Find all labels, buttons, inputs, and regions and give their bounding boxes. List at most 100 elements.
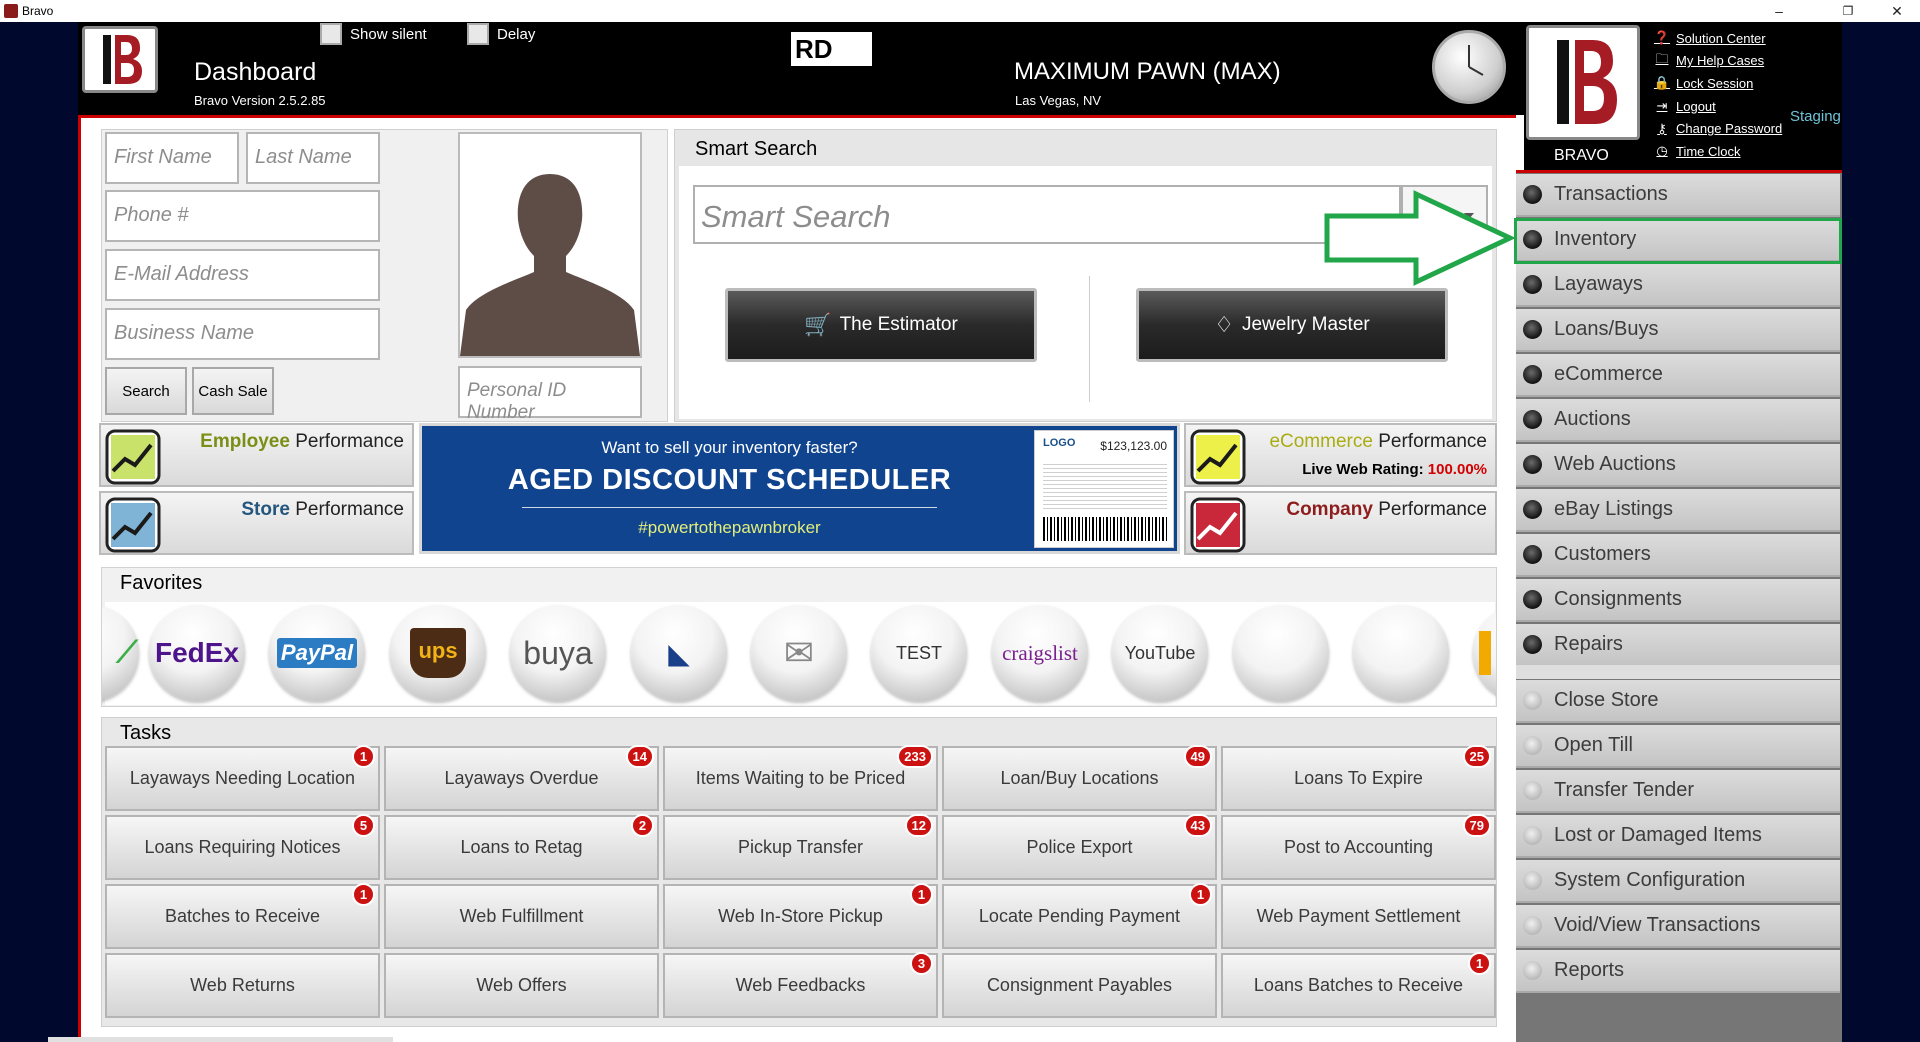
task-button[interactable]: Items Waiting to be Priced 233	[663, 745, 938, 811]
task-button[interactable]: Layaways Needing Location 1	[105, 745, 380, 811]
logout-link[interactable]: ⇥ Logout	[1654, 95, 1782, 118]
window-title: Bravo	[22, 4, 54, 18]
my-help-cases-link[interactable]: 🗀 My Help Cases	[1654, 50, 1782, 73]
menu-item-auctions[interactable]: Auctions	[1516, 399, 1840, 442]
restore-button[interactable]: ❐	[1825, 0, 1871, 22]
promo-banner[interactable]: Want to sell your inventory faster? AGED…	[419, 423, 1180, 554]
link-label[interactable]: Lock Session	[1676, 76, 1753, 91]
checkbox-box[interactable]	[467, 23, 489, 45]
task-button[interactable]: Web Payment Settlement	[1221, 884, 1496, 949]
employee-performance-button[interactable]: Employee Performance	[99, 423, 414, 487]
delay-checkbox[interactable]: Delay	[467, 23, 535, 45]
task-button[interactable]: Web Fulfillment	[384, 884, 659, 949]
bullet-icon	[1523, 590, 1542, 609]
task-button[interactable]: Loans To Expire 25	[1221, 745, 1496, 811]
menu-item-consignments[interactable]: Consignments	[1516, 579, 1840, 622]
count-badge: 3	[910, 952, 933, 975]
menu-item-ecommerce[interactable]: eCommerce	[1516, 354, 1840, 397]
page-title: Dashboard	[194, 58, 317, 86]
solution-center-link[interactable]: ❓ Solution Center	[1654, 27, 1782, 50]
task-button[interactable]: Batches to Receive 1	[105, 883, 380, 949]
task-button[interactable]: Loan/Buy Locations 49	[942, 745, 1217, 811]
favorite-buya[interactable]: buya	[510, 605, 606, 701]
task-button[interactable]: Post to Accounting 79	[1221, 814, 1496, 880]
task-button[interactable]: Web In-Store Pickup 1	[663, 883, 938, 949]
first-name-field[interactable]: First Name	[105, 132, 239, 184]
business-name-field[interactable]: Business Name	[105, 308, 380, 360]
smart-search-input[interactable]: Smart Search	[693, 185, 1401, 244]
bullet-icon	[1523, 826, 1542, 845]
task-button[interactable]: Layaways Overdue 14	[384, 745, 659, 811]
task-button[interactable]: Loans to Retag 2	[384, 814, 659, 880]
task-button[interactable]: Web Offers	[384, 953, 659, 1018]
menu-item-web-auctions[interactable]: Web Auctions	[1516, 444, 1840, 487]
bullet-icon	[1523, 500, 1542, 519]
lock-session-link[interactable]: 🔒 Lock Session	[1654, 72, 1782, 95]
menu-item-loans-buys[interactable]: Loans/Buys	[1516, 309, 1840, 352]
minimize-button[interactable]: –	[1756, 0, 1802, 22]
menu-item-open-till[interactable]: Open Till	[1516, 725, 1840, 768]
menu-item-void-view-transactions[interactable]: Void/View Transactions	[1516, 905, 1840, 948]
link-label[interactable]: My Help Cases	[1676, 53, 1764, 68]
menu-item-close-store[interactable]: Close Store	[1516, 680, 1840, 723]
favorite-partial-left[interactable]: ⟋	[102, 605, 139, 701]
task-button[interactable]: Web Returns	[105, 953, 380, 1018]
link-label[interactable]: Logout	[1676, 99, 1716, 114]
menu-item-system-configuration[interactable]: System Configuration	[1516, 860, 1840, 903]
task-button[interactable]: Locate Pending Payment 1	[942, 883, 1217, 949]
count-badge: 1	[1468, 952, 1491, 975]
favorite-empty-1[interactable]	[1233, 605, 1329, 701]
menu-item-lost-or-damaged-items[interactable]: Lost or Damaged Items	[1516, 815, 1840, 858]
favorite-usps[interactable]: ◣	[631, 605, 727, 701]
store-performance-button[interactable]: Store Performance	[99, 491, 414, 555]
user-initials-badge[interactable]: RD	[791, 32, 872, 66]
diamond-icon: ♢	[1214, 312, 1234, 337]
close-button[interactable]: ✕	[1874, 0, 1920, 22]
favorite-partial-right[interactable]	[1473, 605, 1496, 701]
personal-id-field[interactable]: Personal ID Number	[458, 366, 642, 423]
menu-item-ebay-listings[interactable]: eBay Listings	[1516, 489, 1840, 532]
bullet-icon	[1523, 961, 1542, 980]
favorite-paypal[interactable]: PayPal	[269, 605, 365, 701]
task-label: Web In-Store Pickup	[718, 906, 883, 926]
favorite-mail[interactable]: ✉	[751, 605, 847, 701]
change-password-link[interactable]: ⚷ Change Password	[1654, 117, 1782, 140]
task-button[interactable]: Loans Requiring Notices 5	[105, 814, 380, 880]
menu-item-transactions[interactable]: Transactions	[1516, 174, 1840, 217]
count-badge: 1	[352, 883, 375, 906]
menu-item-reports[interactable]: Reports	[1516, 950, 1840, 993]
task-button[interactable]: Pickup Transfer 12	[663, 814, 938, 880]
favorite-youtube[interactable]: YouTube	[1112, 605, 1208, 701]
favorite-fedex[interactable]: FedEx	[149, 605, 245, 701]
menu-item-repairs[interactable]: Repairs	[1516, 624, 1840, 667]
task-button[interactable]: Police Export 43	[942, 814, 1217, 880]
task-button[interactable]: Web Feedbacks 3	[663, 952, 938, 1018]
favorite-ups[interactable]: ups	[390, 605, 486, 701]
email-field[interactable]: E-Mail Address	[105, 249, 380, 301]
task-button[interactable]: Consignment Payables	[942, 953, 1217, 1018]
menu-item-transfer-tender[interactable]: Transfer Tender	[1516, 770, 1840, 813]
link-label[interactable]: Solution Center	[1676, 31, 1766, 46]
time-clock-link[interactable]: ◷ Time Clock	[1654, 140, 1782, 163]
jewelry-master-button[interactable]: ♢ Jewelry Master	[1136, 288, 1448, 362]
menu-item-customers[interactable]: Customers	[1516, 534, 1840, 577]
last-name-field[interactable]: Last Name	[246, 132, 380, 184]
task-button[interactable]: Loans Batches to Receive 1	[1221, 952, 1496, 1018]
phone-field[interactable]: Phone #	[105, 190, 380, 242]
cash-sale-button[interactable]: Cash Sale	[192, 367, 274, 415]
task-label: Loans to Retag	[460, 837, 583, 857]
favorite-empty-2[interactable]	[1353, 605, 1449, 701]
bravo-logo-icon	[103, 35, 142, 84]
estimator-button[interactable]: 🛒 The Estimator	[725, 288, 1037, 362]
customer-photo-placeholder[interactable]	[458, 132, 642, 358]
link-label[interactable]: Time Clock	[1676, 144, 1741, 159]
ecommerce-performance-button[interactable]: eCommerce Performance Live Web Rating: 1…	[1184, 423, 1497, 487]
search-button[interactable]: Search	[105, 367, 187, 415]
checkbox-box[interactable]	[320, 23, 342, 45]
favorite-test[interactable]: TEST	[871, 605, 967, 701]
menu-item-layaways[interactable]: Layaways	[1516, 264, 1840, 307]
favorite-craigslist[interactable]: craigslist	[992, 605, 1088, 701]
company-performance-button[interactable]: Company Performance	[1184, 491, 1497, 555]
show-silent-checkbox[interactable]: Show silent	[320, 23, 427, 45]
link-label[interactable]: Change Password	[1676, 121, 1782, 136]
